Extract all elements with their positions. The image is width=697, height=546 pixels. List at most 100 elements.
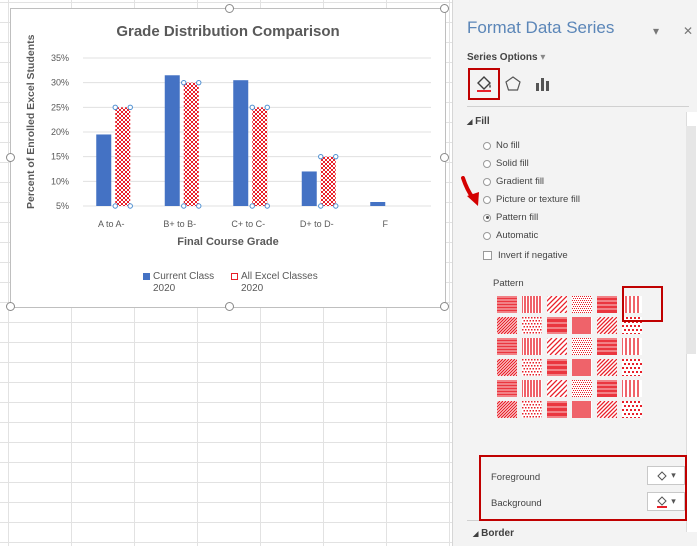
pattern-swatch[interactable] [497,359,517,376]
pane-options-chevron-icon[interactable]: ▾ [653,24,659,38]
automatic-fill-radio[interactable] [483,231,491,240]
collapse-triangle-icon: ◢ [473,531,479,538]
pattern-swatch[interactable] [497,401,517,418]
pattern-swatch[interactable] [522,296,542,313]
pattern-swatch[interactable] [622,338,642,355]
automatic-fill-option[interactable]: Automatic [483,230,538,241]
pattern-gallery[interactable] [497,296,642,418]
invert-if-negative-option[interactable]: Invert if negative [483,250,568,261]
pattern-swatch[interactable] [497,380,517,397]
selection-handle[interactable] [318,203,324,209]
pattern-swatch[interactable] [522,380,542,397]
pattern-swatch[interactable] [572,401,592,418]
chart-resize-handle-bottom-right[interactable] [440,302,449,311]
pattern-fill-radio[interactable] [483,213,491,222]
gradient-fill-option[interactable]: Gradient fill [483,176,544,187]
pattern-swatch[interactable] [572,359,592,376]
pattern-swatch[interactable] [547,401,567,418]
bar-current-class[interactable] [370,202,386,206]
pattern-swatch[interactable] [597,380,617,397]
selection-handle[interactable] [249,104,255,111]
plot-area[interactable]: 5% 10% 15% 20% 25% 30% 35% A to A- B+ to B- C+ t… [11,9,447,309]
no-fill-radio[interactable] [483,141,491,150]
pane-close-icon[interactable]: ✕ [683,24,693,38]
bar-all-excel-classes[interactable] [183,82,199,206]
pattern-swatch[interactable] [547,380,567,397]
pattern-swatch[interactable] [547,296,567,313]
bar-current-class[interactable] [164,75,180,207]
pattern-swatch[interactable] [522,317,542,334]
selection-handle[interactable] [249,203,255,209]
fill-section-header[interactable]: ◢ Fill [467,116,490,127]
bar-all-excel-classes[interactable] [252,107,268,206]
legend-swatch-all [231,272,238,280]
selection-handle[interactable] [333,203,339,209]
effects-pentagon-icon [505,76,521,91]
chart-resize-handle-bottom-left[interactable] [6,302,15,311]
pattern-swatch[interactable] [522,401,542,418]
pattern-swatch[interactable] [622,359,642,376]
pattern-swatch[interactable] [547,359,567,376]
border-section-header[interactable]: ◢ Border [473,528,514,539]
solid-fill-option[interactable]: Solid fill [483,158,529,169]
selection-handle[interactable] [264,104,270,111]
selection-handle[interactable] [181,79,187,86]
solid-fill-radio[interactable] [483,159,491,168]
pattern-swatch[interactable] [497,317,517,334]
color-options-highlight [479,455,687,521]
selection-handle[interactable] [196,79,202,86]
selection-handle[interactable] [181,203,187,209]
selection-handle[interactable] [264,203,270,209]
pattern-swatch[interactable] [572,380,592,397]
pattern-swatch[interactable] [597,338,617,355]
selection-handle[interactable] [333,153,339,160]
selection-handle[interactable] [318,153,324,160]
pattern-swatch[interactable] [597,296,617,313]
x-axis-title[interactable]: Final Course Grade [11,236,445,248]
chart-resize-handle-right[interactable] [440,153,449,162]
chart-area[interactable]: Grade Distribution Comparison Percent of… [6,4,449,311]
selection-handle[interactable] [112,203,118,209]
selection-handle[interactable] [127,104,133,111]
chart-resize-handle-top[interactable] [225,4,234,13]
bar-current-class[interactable] [96,134,112,206]
pattern-swatch[interactable] [547,317,567,334]
chart-resize-handle-left[interactable] [6,153,15,162]
fill-section-label: Fill [475,116,490,127]
pattern-swatch[interactable] [572,296,592,313]
pattern-fill-option[interactable]: Pattern fill [483,212,538,223]
series-options-dropdown[interactable]: Series Options ▾ [467,52,545,63]
pattern-swatch[interactable] [622,380,642,397]
pattern-swatch[interactable] [572,338,592,355]
series-options-tab[interactable] [529,70,557,98]
selection-handle[interactable] [112,104,118,111]
y-tick-label: 25% [51,102,69,112]
chart-resize-handle-top-right[interactable] [440,4,449,13]
selection-handle[interactable] [127,203,133,209]
pattern-swatch[interactable] [497,296,517,313]
pattern-swatch[interactable] [522,359,542,376]
bar-all-excel-classes[interactable] [320,156,336,206]
pane-scrollbar-thumb[interactable] [686,126,696,354]
picture-fill-option[interactable]: Picture or texture fill [483,194,580,205]
legend-item-current[interactable]: Current Class 2020 [143,271,214,295]
legend-item-all[interactable]: All Excel Classes 2020 [231,271,318,295]
pattern-swatch[interactable] [597,359,617,376]
chart-resize-handle-bottom[interactable] [225,302,234,311]
no-fill-option[interactable]: No fill [483,140,520,151]
pattern-swatch[interactable] [547,338,567,355]
pattern-swatch[interactable] [622,401,642,418]
invert-if-negative-checkbox[interactable] [483,251,492,260]
pattern-swatch[interactable] [597,401,617,418]
fill-line-tab[interactable] [468,68,500,100]
pattern-swatch[interactable] [497,338,517,355]
bar-all-excel-classes[interactable] [115,107,131,206]
pattern-swatch[interactable] [572,317,592,334]
bar-current-class[interactable] [233,80,249,206]
pattern-swatch[interactable] [522,338,542,355]
effects-tab[interactable] [499,70,527,98]
bar-current-class[interactable] [301,171,317,206]
selection-handle[interactable] [196,203,202,209]
series-options-chevron-icon: ▾ [540,52,546,63]
pattern-swatch[interactable] [597,317,617,334]
